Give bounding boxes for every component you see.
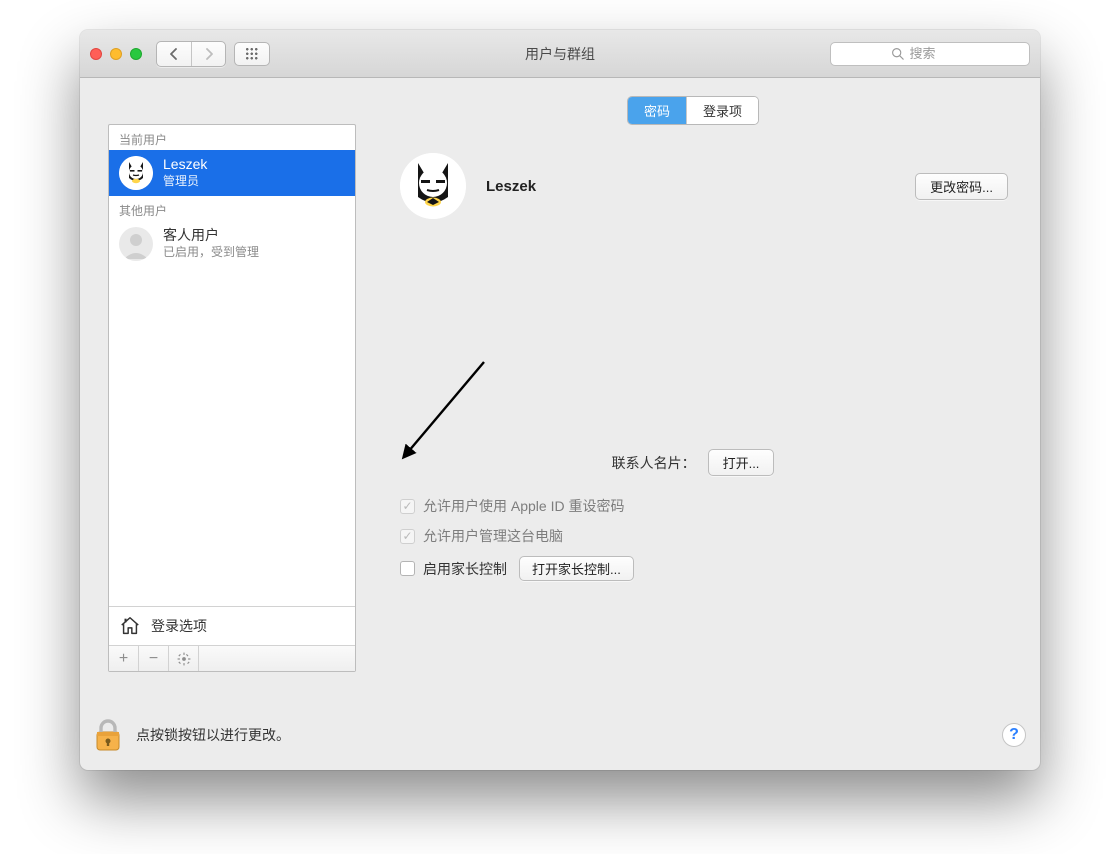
titlebar: 用户与群组 [80, 30, 1040, 78]
login-options-label: 登录选项 [151, 616, 207, 636]
option-appleid-reset: 允许用户使用 Apple ID 重设密码 [400, 496, 1012, 516]
add-user-button[interactable]: + [109, 646, 139, 671]
help-button[interactable]: ? [1002, 723, 1026, 747]
batman-avatar-icon [119, 156, 153, 190]
annotation-arrow-icon [394, 352, 504, 462]
sidebar-toolbar: + − [109, 645, 355, 671]
avatar-large[interactable] [400, 153, 466, 219]
open-contacts-button[interactable]: 打开... [708, 449, 775, 476]
home-icon [119, 615, 141, 637]
content-panel: 当前用户 Leszek [94, 92, 1026, 672]
lock-hint-text: 点按锁按钮以进行更改。 [136, 725, 290, 745]
option-allow-admin: 允许用户管理这台电脑 [400, 526, 1012, 546]
user-actions-button[interactable] [169, 646, 199, 671]
search-field[interactable] [830, 42, 1030, 66]
toolbar-spacer [199, 646, 355, 671]
user-name: Leszek [163, 157, 207, 172]
tab-password[interactable]: 密码 [628, 97, 686, 124]
window-controls [90, 48, 142, 60]
show-all-button[interactable] [234, 42, 270, 66]
user-status: 已启用，受到管理 [163, 243, 259, 260]
preferences-window: 用户与群组 当前用户 [80, 30, 1040, 770]
option-label: 允许用户使用 Apple ID 重设密码 [423, 496, 624, 516]
user-detail-pane: 密码 登录项 [374, 92, 1012, 672]
checkbox-parental-controls[interactable] [400, 561, 415, 576]
section-current-user: 当前用户 [109, 125, 355, 150]
checkbox-appleid-reset[interactable] [400, 499, 415, 514]
sidebar-user-current[interactable]: Leszek 管理员 [109, 150, 355, 196]
profile-name: Leszek [486, 178, 536, 195]
gear-icon [177, 652, 191, 666]
profile-row: Leszek 更改密码... [374, 153, 1012, 219]
batman-avatar-icon [400, 153, 466, 219]
back-button[interactable] [157, 42, 191, 66]
options-group: 允许用户使用 Apple ID 重设密码 允许用户管理这台电脑 启用家长控制 打… [374, 496, 1012, 581]
search-input[interactable] [910, 46, 970, 61]
change-password-button[interactable]: 更改密码... [915, 173, 1008, 200]
user-role: 管理员 [163, 172, 207, 189]
grid-icon [245, 47, 259, 61]
option-label: 启用家长控制 [423, 559, 507, 579]
window-body: 当前用户 Leszek [80, 78, 1040, 770]
detail-tabs: 密码 登录项 [374, 96, 1012, 125]
remove-user-button[interactable]: − [139, 646, 169, 671]
section-other-users: 其他用户 [109, 196, 355, 221]
users-sidebar: 当前用户 Leszek [108, 124, 356, 672]
contacts-label: 联系人名片： [612, 453, 696, 473]
avatar [119, 156, 153, 190]
contacts-row: 联系人名片： 打开... [374, 449, 1012, 476]
search-icon [891, 47, 904, 60]
checkbox-allow-admin[interactable] [400, 529, 415, 544]
minimize-window-button[interactable] [110, 48, 122, 60]
user-name: 客人用户 [163, 228, 259, 243]
option-label: 允许用户管理这台电脑 [423, 526, 563, 546]
forward-button[interactable] [191, 42, 225, 66]
chevron-right-icon [204, 48, 214, 60]
footer-row: 点按锁按钮以进行更改。 ? [94, 718, 1026, 752]
chevron-left-icon [169, 48, 179, 60]
person-silhouette-icon [119, 227, 153, 261]
nav-back-forward [156, 41, 226, 67]
lock-icon[interactable] [94, 718, 122, 752]
login-options-row[interactable]: 登录选项 [109, 606, 355, 645]
open-parental-controls-button[interactable]: 打开家长控制... [519, 556, 634, 581]
option-parental-controls: 启用家长控制 打开家长控制... [400, 556, 1012, 581]
zoom-window-button[interactable] [130, 48, 142, 60]
avatar [119, 227, 153, 261]
close-window-button[interactable] [90, 48, 102, 60]
sidebar-user-guest[interactable]: 客人用户 已启用，受到管理 [109, 221, 355, 267]
tab-login-items[interactable]: 登录项 [686, 97, 758, 124]
